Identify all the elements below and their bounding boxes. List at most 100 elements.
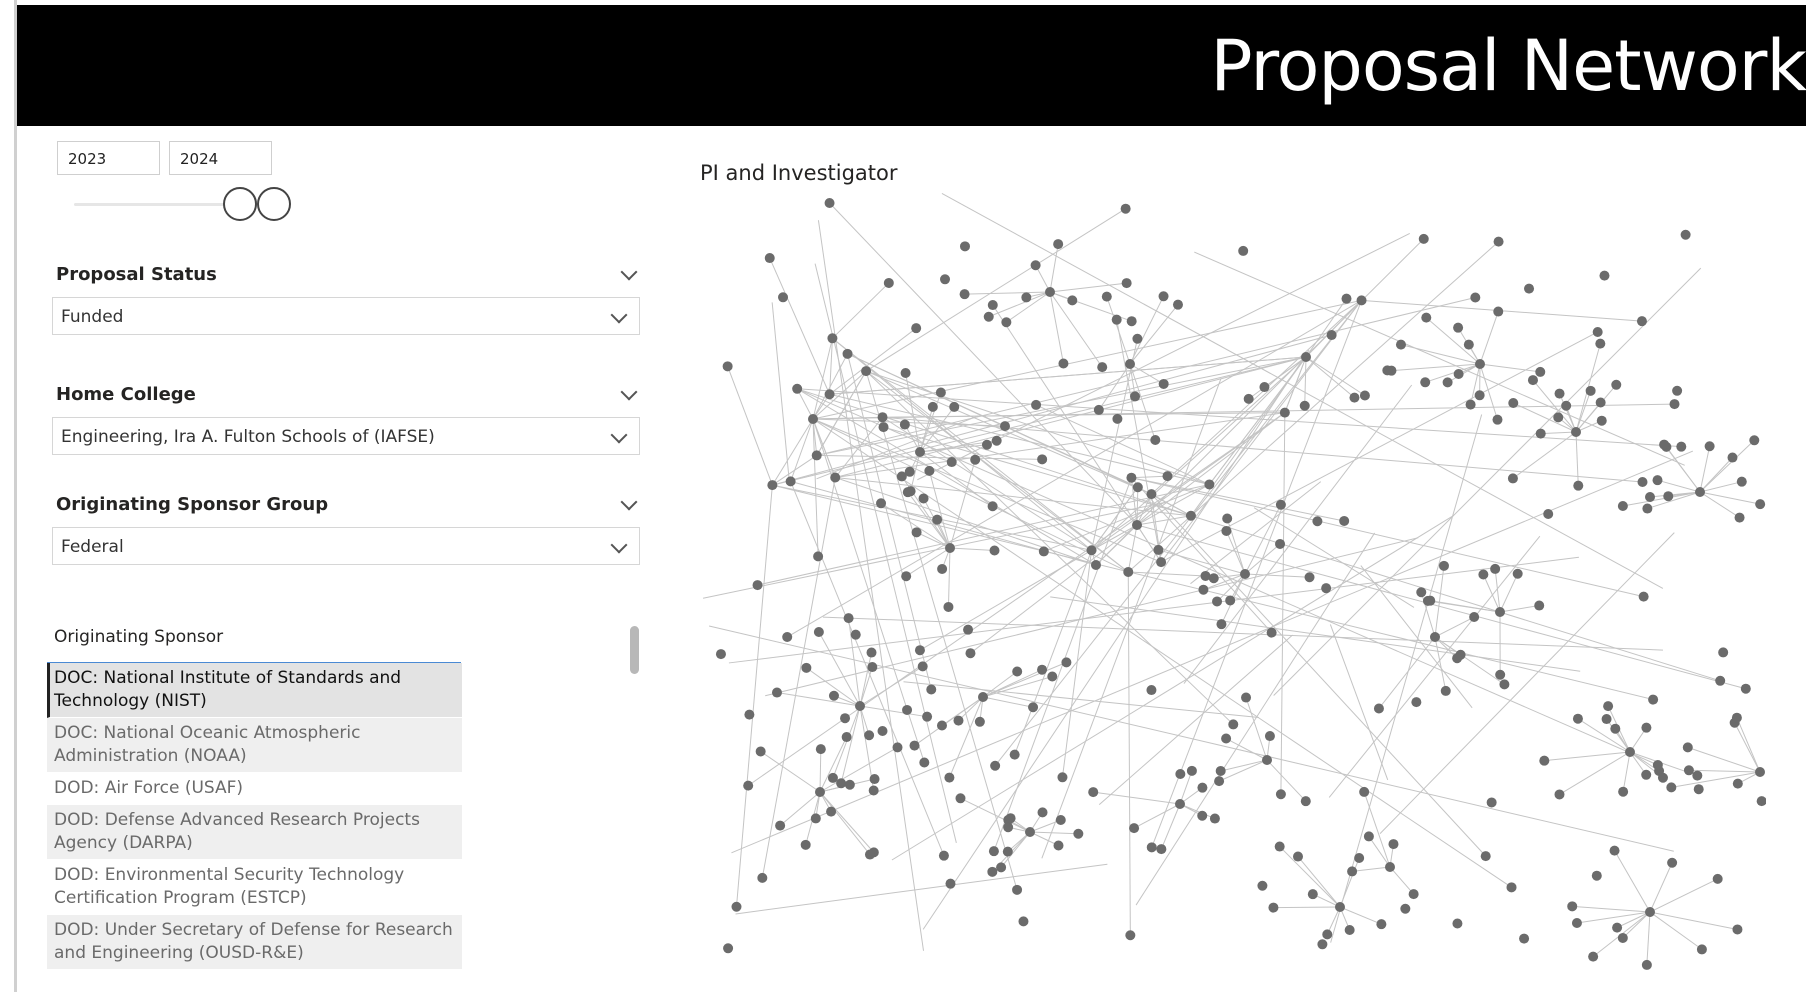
network-node[interactable] [935,387,946,398]
network-node[interactable] [1388,839,1399,850]
network-node[interactable] [731,901,742,912]
network-node[interactable] [1596,415,1607,426]
network-node[interactable] [1693,784,1704,795]
network-node[interactable] [892,742,903,753]
network-node[interactable] [722,361,733,372]
network-node[interactable] [1322,929,1333,940]
network-node[interactable] [1666,782,1677,793]
network-node[interactable] [922,711,933,722]
network-node[interactable] [866,647,877,658]
network-node[interactable] [955,793,966,804]
network-node[interactable] [991,435,1002,446]
network-node[interactable] [836,778,847,789]
network-node[interactable] [1349,392,1360,403]
network-node[interactable] [1438,560,1449,571]
network-node[interactable] [1162,471,1173,482]
network-node[interactable] [1641,722,1652,733]
sponsor-list-scrollbar[interactable] [630,626,639,674]
network-node[interactable] [1573,480,1584,491]
network-node[interactable] [1554,789,1565,800]
network-node[interactable] [1672,385,1683,396]
network-node[interactable] [1727,452,1738,463]
network-node[interactable] [1093,404,1104,415]
network-node[interactable] [1312,516,1323,527]
network-node[interactable] [914,645,925,656]
network-node[interactable] [940,274,951,285]
network-node[interactable] [1243,393,1254,404]
network-node[interactable] [757,872,768,883]
network-node[interactable] [1535,366,1546,377]
network-node[interactable] [1132,520,1142,530]
network-node[interactable] [1641,959,1652,970]
network-node[interactable] [1430,632,1440,642]
network-node[interactable] [1474,390,1485,401]
network-node[interactable] [1571,427,1581,437]
network-node[interactable] [827,772,838,783]
network-node[interactable] [1304,572,1315,583]
network-node[interactable] [1299,400,1310,411]
network-node[interactable] [876,498,887,509]
network-node[interactable] [1359,786,1370,797]
network-node[interactable] [1648,694,1659,705]
network-node[interactable] [943,601,954,612]
network-node[interactable] [775,820,786,831]
network-node[interactable] [990,760,1001,771]
network-node[interactable] [1490,563,1501,574]
network-node[interactable] [1132,333,1143,344]
network-node[interactable] [755,746,766,757]
network-node[interactable] [843,613,854,624]
network-node[interactable] [1625,747,1635,757]
network-node[interactable] [1214,776,1225,787]
network-node[interactable] [1442,377,1453,388]
network-node[interactable] [867,662,878,673]
network-node[interactable] [1225,595,1236,606]
network-node[interactable] [1492,414,1503,425]
network-node[interactable] [978,692,988,702]
network-node[interactable] [970,454,981,465]
network-node[interactable] [869,774,880,785]
network-node[interactable] [1264,731,1275,742]
network-node[interactable] [1755,499,1766,510]
network-node[interactable] [1123,566,1134,577]
network-node[interactable] [764,253,775,264]
network-node[interactable] [801,662,812,673]
network-node[interactable] [1731,712,1742,723]
network-node[interactable] [811,450,822,461]
network-node[interactable] [1534,600,1545,611]
network-node[interactable] [752,580,763,591]
network-node[interactable] [1038,546,1049,557]
network-node[interactable] [1097,362,1108,373]
network-node[interactable] [918,493,929,504]
network-node[interactable] [815,744,826,755]
network-node[interactable] [1058,358,1069,369]
network-node[interactable] [1395,339,1406,350]
network-node[interactable] [1465,399,1476,410]
network-node[interactable] [1279,407,1290,418]
network-node[interactable] [1611,379,1622,390]
network-node[interactable] [945,543,955,553]
network-node[interactable] [1734,512,1745,523]
network-node[interactable] [1469,612,1480,623]
network-node[interactable] [1636,316,1647,327]
network-node[interactable] [1638,591,1649,602]
network-node[interactable] [1512,568,1523,579]
network-node[interactable] [1470,292,1481,303]
network-node[interactable] [1341,293,1352,304]
network-node[interactable] [981,439,992,450]
network-node[interactable] [1344,924,1355,935]
network-node[interactable] [902,704,913,715]
network-node[interactable] [1275,499,1286,510]
network-node[interactable] [1335,902,1345,912]
network-node[interactable] [1642,503,1653,514]
network-node[interactable] [1197,782,1208,793]
network-node[interactable] [1495,607,1505,617]
network-node[interactable] [1186,765,1197,776]
network-node[interactable] [915,447,925,457]
network-node[interactable] [1756,796,1766,807]
network-node[interactable] [900,367,911,378]
network-node[interactable] [824,389,835,400]
network-node[interactable] [883,277,894,288]
network-node[interactable] [1453,368,1464,379]
network-node[interactable] [1601,714,1612,725]
network-node[interactable] [1411,697,1422,708]
